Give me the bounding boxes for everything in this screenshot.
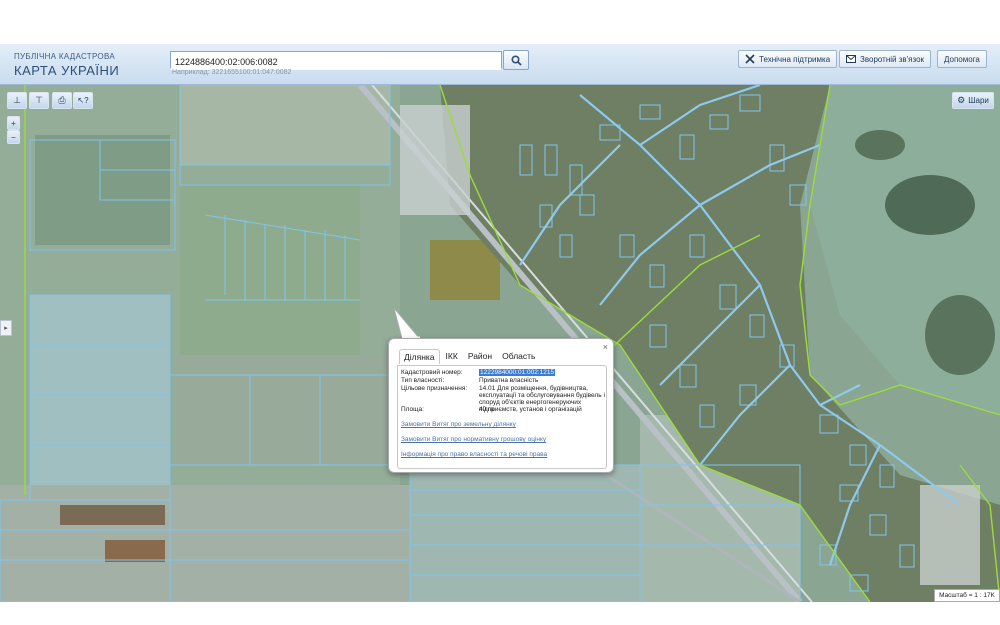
envelope-icon bbox=[846, 55, 856, 63]
area-value: 40 га bbox=[479, 406, 494, 413]
order-parcel-extract-link[interactable]: Замовити Витяг про земельну ділянку bbox=[401, 421, 516, 428]
measure-area-button[interactable]: ⊤ bbox=[29, 92, 49, 109]
popup-pointer bbox=[393, 308, 422, 340]
zoom-in-button[interactable]: + bbox=[7, 116, 20, 130]
logo-title-small: ПУБЛІЧНА КАДАСТРОВА bbox=[14, 52, 115, 61]
layers-label: Шари bbox=[968, 96, 989, 105]
purpose-label: Цільове призначення: bbox=[401, 385, 468, 392]
help-button[interactable]: Допомога bbox=[937, 50, 987, 68]
feedback-button[interactable]: Зворотній зв'язок bbox=[839, 50, 932, 68]
gear-icon: ⚙ bbox=[957, 95, 966, 105]
popup-tabs: Ділянка ІКК Район Область bbox=[399, 349, 539, 364]
parcel-details-panel: Кадастровий номер: 1222984000:01:002:121… bbox=[397, 365, 607, 469]
measure-distance-button[interactable]: ⊥ bbox=[7, 92, 27, 109]
search-example-text: Наприклад: 3221655100:01:047:0082 bbox=[172, 69, 292, 76]
area-label: Площа: bbox=[401, 406, 424, 413]
feedback-label: Зворотній зв'язок bbox=[860, 54, 925, 64]
ownership-value: Приватна власність bbox=[479, 377, 539, 384]
tab-region[interactable]: Область bbox=[498, 349, 539, 364]
identify-button[interactable]: ↖? bbox=[73, 92, 93, 109]
side-panel-toggle[interactable]: ▸ bbox=[0, 320, 12, 336]
logo-title-big: КАРТА УКРАЇНИ bbox=[14, 63, 120, 78]
tab-district[interactable]: Район bbox=[464, 349, 496, 364]
order-valuation-extract-link[interactable]: Замовити Витяг про нормативну грошову оц… bbox=[401, 436, 546, 443]
help-label: Допомога bbox=[944, 54, 980, 64]
support-button[interactable]: Технічна підтримка bbox=[738, 50, 838, 68]
cadastral-value[interactable]: 1222984000:01:002:1215 bbox=[479, 369, 556, 376]
close-icon[interactable]: × bbox=[603, 342, 608, 352]
layers-button[interactable]: ⚙ Шари bbox=[952, 92, 994, 109]
tab-parcel[interactable]: Ділянка bbox=[399, 349, 440, 364]
tools-icon bbox=[745, 54, 755, 64]
print-button[interactable]: ⎙ bbox=[52, 92, 72, 109]
area-ruler-icon: ⊤ bbox=[35, 95, 43, 105]
plus-icon: + bbox=[11, 118, 16, 128]
printer-icon: ⎙ bbox=[58, 95, 66, 105]
search-input[interactable] bbox=[171, 54, 501, 70]
support-label: Технічна підтримка bbox=[759, 54, 831, 64]
ownership-info-link[interactable]: Інформація про право власності та речові… bbox=[401, 451, 547, 458]
zoom-out-button[interactable]: − bbox=[7, 130, 20, 144]
map-scale: Масштаб = 1 : 17K bbox=[934, 589, 1000, 602]
header-bar: ПУБЛІЧНА КАДАСТРОВА КАРТА УКРАЇНИ Наприк… bbox=[0, 44, 1000, 85]
cursor-question-icon: ↖? bbox=[77, 96, 89, 105]
minus-icon: − bbox=[11, 132, 16, 142]
search-button[interactable] bbox=[503, 50, 529, 70]
chevron-right-icon: ▸ bbox=[4, 325, 8, 332]
parcel-info-popup: × Ділянка ІКК Район Область Кадастровий … bbox=[388, 338, 614, 473]
search-field[interactable] bbox=[170, 51, 502, 70]
ownership-label: Тип власності: bbox=[401, 377, 445, 384]
ruler-icon: ⊥ bbox=[13, 95, 21, 105]
search-icon bbox=[510, 54, 522, 66]
tab-ikk[interactable]: ІКК bbox=[442, 349, 462, 364]
cadastral-label: Кадастровий номер: bbox=[401, 369, 463, 376]
